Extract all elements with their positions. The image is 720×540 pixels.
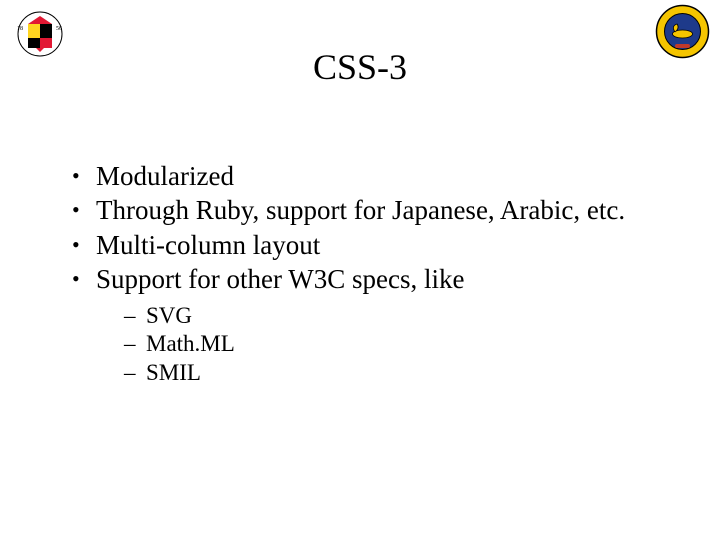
- bullet-text: Modularized: [96, 161, 234, 191]
- sub-bullet-text: SVG: [146, 303, 192, 328]
- bullet-text: Multi-column layout: [96, 230, 320, 260]
- svg-text:56: 56: [56, 26, 62, 32]
- bullet-item: Through Ruby, support for Japanese, Arab…: [72, 194, 660, 226]
- slide: 18 56 CSS-3 Modularized Through Ruby, su…: [0, 0, 720, 540]
- bullet-item: Modularized: [72, 160, 660, 192]
- sub-bullet-text: Math.ML: [146, 331, 235, 356]
- sub-bullet-item: SVG: [124, 302, 660, 330]
- slide-content: Modularized Through Ruby, support for Ja…: [72, 160, 660, 388]
- svg-text:18: 18: [17, 26, 23, 32]
- bullet-item: Multi-column layout: [72, 229, 660, 261]
- bullet-item: Support for other W3C specs, like SVG Ma…: [72, 263, 660, 386]
- slide-title: CSS-3: [0, 46, 720, 88]
- bullet-text: Through Ruby, support for Japanese, Arab…: [96, 195, 625, 225]
- bullet-text: Support for other W3C specs, like: [96, 264, 464, 294]
- sub-bullet-text: SMIL: [146, 360, 201, 385]
- sub-bullet-item: SMIL: [124, 359, 660, 387]
- sub-bullet-item: Math.ML: [124, 330, 660, 358]
